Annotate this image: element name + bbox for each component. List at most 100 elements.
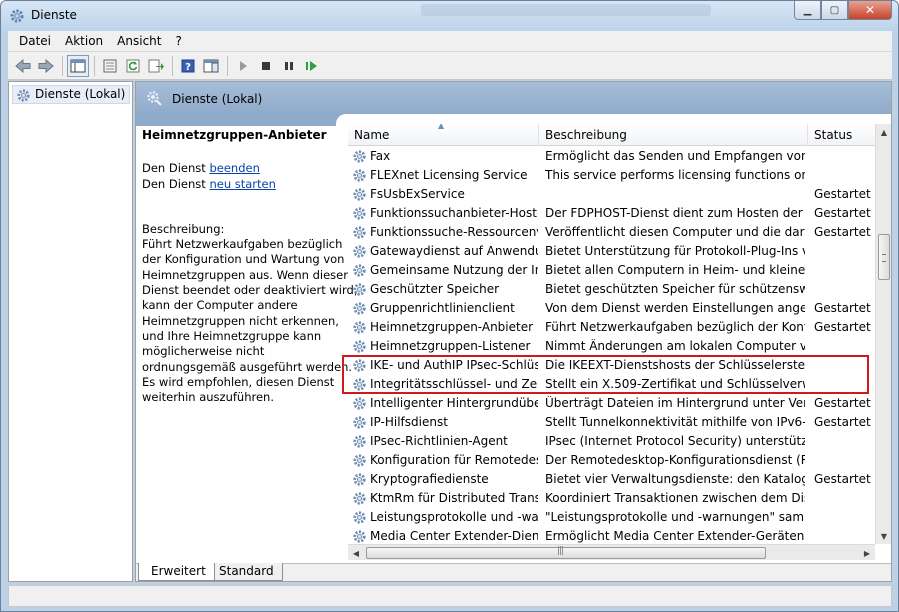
back-button[interactable] <box>12 55 34 77</box>
service-status: Gestartet <box>814 415 871 429</box>
scroll-left-icon[interactable]: ◀ <box>348 545 364 561</box>
table-row[interactable]: Leistungsprotokolle und -war... "Leistung… <box>348 508 875 527</box>
minimize-button[interactable]: ▁ <box>794 1 821 20</box>
table-row[interactable]: Kryptografiedienste Bietet vier Verwaltun… <box>348 470 875 489</box>
refresh-button[interactable] <box>122 55 144 77</box>
vertical-scrollbar[interactable]: ▲ ▼ <box>875 124 891 544</box>
description-line: weiterhin auszuführen. <box>142 390 274 405</box>
table-row[interactable]: Heimnetzgruppen-Anbieter Führt Netzwerkau… <box>348 318 875 337</box>
column-header-description[interactable]: Beschreibung <box>539 124 808 146</box>
table-row[interactable]: Fax Ermöglicht das Senden und Empfangen v… <box>348 147 875 166</box>
service-description: Der Remotedesktop-Konfigurationsdienst (… <box>545 453 805 467</box>
gear-icon <box>352 244 367 262</box>
service-description: Überträgt Dateien im Hintergrund unter V… <box>545 396 805 410</box>
scroll-right-icon[interactable]: ▶ <box>859 545 875 561</box>
service-name: Media Center Extender-Dienst <box>370 529 538 543</box>
description-line: Dienst beendet oder deaktiviert wird, <box>142 283 358 298</box>
service-status: Gestartet <box>814 320 871 334</box>
service-name: Heimnetzgruppen-Anbieter <box>370 320 534 334</box>
toolbar: ? <box>8 52 892 80</box>
gear-icon <box>352 491 367 509</box>
description-line: Führt Netzwerkaufgaben bezüglich <box>142 237 343 252</box>
service-description: Von dem Dienst werden Einstellungen ange… <box>545 301 805 315</box>
menu-help[interactable]: ? <box>168 34 188 48</box>
service-name: IP-Hilfsdienst <box>370 415 448 429</box>
pause-service-button[interactable] <box>278 55 300 77</box>
table-row[interactable]: Gruppenrichtlinienclient Von dem Dienst w… <box>348 299 875 318</box>
table-row[interactable]: Gatewaydienst auf Anwendun... Bietet Unte… <box>348 242 875 261</box>
restart-service-button[interactable] <box>301 55 323 77</box>
table-row[interactable]: Media Center Extender-Dienst Ermöglicht M… <box>348 527 875 544</box>
close-icon: ✕ <box>864 3 876 17</box>
gear-icon <box>352 415 367 433</box>
horizontal-scrollbar[interactable]: ◀ ▶ <box>348 544 875 560</box>
menu-datei[interactable]: Datei <box>12 34 58 48</box>
table-row[interactable]: Heimnetzgruppen-Listener Nimmt Änderungen… <box>348 337 875 356</box>
table-row[interactable]: KtmRm für Distributed Transa... Koordinie… <box>348 489 875 508</box>
gear-icon <box>352 168 367 186</box>
menu-ansicht[interactable]: Ansicht <box>110 34 168 48</box>
gear-icon <box>352 301 367 319</box>
status-bar <box>8 585 892 607</box>
description-label: Beschreibung: <box>142 221 225 236</box>
panel-title: Dienste (Lokal) <box>172 92 263 106</box>
gear-icon <box>352 510 367 528</box>
close-button[interactable]: ✕ <box>848 1 892 20</box>
view-tabs: Erweitert Standard <box>136 563 891 581</box>
menu-bar: Datei Aktion Ansicht ? <box>8 31 892 52</box>
column-header-name[interactable]: ▲ Name <box>348 124 539 146</box>
table-row[interactable]: FLEXnet Licensing Service This service pe… <box>348 166 875 185</box>
gear-icon <box>352 225 367 243</box>
gear-icon <box>16 88 31 106</box>
description-line: Heimnetzgruppen aus. Wenn dieser <box>142 267 348 282</box>
scroll-down-icon[interactable]: ▼ <box>876 528 892 544</box>
service-name: Gruppenrichtlinienclient <box>370 301 515 315</box>
service-status: Gestartet <box>814 206 871 220</box>
gear-icon <box>352 149 367 167</box>
toolbar-separator <box>227 55 228 76</box>
export-button[interactable] <box>145 55 167 77</box>
show-hide-button[interactable] <box>200 55 222 77</box>
gear-icon <box>352 187 367 205</box>
scroll-up-icon[interactable]: ▲ <box>876 124 892 140</box>
service-description: Bietet allen Computern in Heim- und klei… <box>545 263 805 277</box>
column-header-label: Status <box>814 128 853 142</box>
properties-button[interactable] <box>99 55 121 77</box>
restart-service-link[interactable]: neu starten <box>209 177 275 191</box>
gear-icon <box>352 434 367 452</box>
tree-item-services-local[interactable]: Dienste (Lokal) <box>12 85 131 106</box>
maximize-button[interactable]: ▢ <box>821 1 848 20</box>
tab-standard[interactable]: Standard <box>206 563 283 581</box>
table-row[interactable]: Intelligenter Hintergrundüber... Überträg… <box>348 394 875 413</box>
menu-aktion[interactable]: Aktion <box>58 34 110 48</box>
stop-service-button[interactable] <box>255 55 277 77</box>
column-header-status[interactable]: Status <box>808 124 875 146</box>
vertical-scroll-thumb[interactable] <box>878 234 890 280</box>
table-row[interactable]: FsUsbExService Gestartet <box>348 185 875 204</box>
refresh-icon <box>126 59 140 72</box>
show-hide-icon <box>203 59 219 72</box>
description-line: kann der Computer andere <box>142 298 298 313</box>
table-row[interactable]: Funktionssuchanbieter-Host Der FDPHOST-Di… <box>348 204 875 223</box>
table-row[interactable]: Funktionssuche-Ressourcenv... Veröffentli… <box>348 223 875 242</box>
table-row[interactable]: IP-Hilfsdienst Stellt Tunnelkonnektivität… <box>348 413 875 432</box>
forward-button[interactable] <box>35 55 57 77</box>
horizontal-scroll-thumb[interactable] <box>366 546 766 559</box>
service-description: Ermöglicht das Senden und Empfangen von … <box>545 149 805 163</box>
list-header: ▲ Name Beschreibung Status <box>348 124 875 146</box>
table-row[interactable]: IPsec-Richtlinien-Agent IPsec (Internet P… <box>348 432 875 451</box>
tab-erweitert[interactable]: Erweitert <box>138 563 215 581</box>
table-row[interactable]: Konfiguration für Remotedes... Der Remote… <box>348 451 875 470</box>
service-name: KtmRm für Distributed Transa... <box>370 491 538 505</box>
title-bar[interactable]: Dienste ▁ ▢ ✕ <box>1 1 898 31</box>
table-row[interactable]: Gemeinsame Nutzung der Int... Bietet alle… <box>348 261 875 280</box>
stop-icon <box>262 61 270 70</box>
stop-service-link[interactable]: beenden <box>209 161 259 175</box>
console-tree-button[interactable] <box>67 54 89 77</box>
gear-icon <box>352 453 367 471</box>
panel-header: Dienste (Lokal) <box>136 82 891 114</box>
service-name: Leistungsprotokolle und -war... <box>370 510 538 524</box>
table-row[interactable]: Geschützter Speicher Bietet geschützten S… <box>348 280 875 299</box>
start-service-button[interactable] <box>232 55 254 77</box>
help-button[interactable]: ? <box>177 55 199 77</box>
